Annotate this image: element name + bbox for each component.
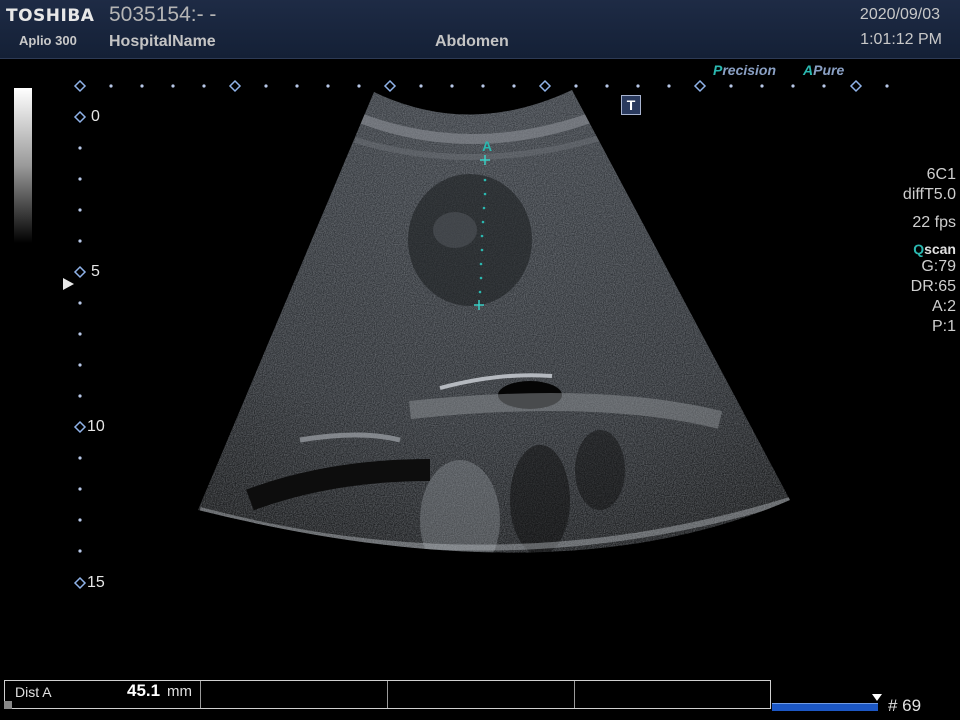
probe-name: 6C1	[926, 166, 956, 183]
ultrasound-image	[73, 79, 889, 590]
p-value: P:1	[931, 318, 956, 335]
apure-logo: APure	[803, 62, 845, 78]
measurement-unit: mm	[167, 683, 192, 700]
depth-label-5: 5	[91, 263, 100, 280]
table-corner-mark	[4, 701, 12, 709]
imaging-parameters: 6C1 diffT5.0 22 fps Qscan G:79 DR:65 A:2…	[903, 165, 956, 337]
a-value: A:2	[931, 298, 956, 315]
measurement-label: Dist A	[15, 684, 52, 700]
measurement-value: 45.1	[127, 681, 161, 700]
frame-rate: 22 fps	[912, 214, 956, 231]
depth-scale-ticks	[73, 110, 87, 590]
depth-label-0: 0	[91, 108, 100, 125]
precision-logo: Precision	[713, 62, 777, 78]
measurement-cell-empty	[201, 681, 388, 708]
cine-progress-bar[interactable]	[772, 703, 878, 711]
top-scale-ticks	[73, 79, 889, 93]
imaging-mode: diffT5.0	[902, 186, 956, 203]
gain-value: G:79	[921, 258, 956, 275]
grayscale-bar	[14, 88, 32, 243]
measurement-cell-empty	[388, 681, 575, 708]
qscan-logo: Qscan	[913, 241, 956, 257]
measurement-cell-empty	[575, 681, 770, 708]
frame-count: # 69	[888, 696, 922, 715]
probe-orientation-marker: T	[621, 95, 641, 115]
depth-label-10: 10	[87, 418, 105, 435]
cine-position-marker-icon[interactable]	[872, 694, 882, 701]
focus-marker-icon[interactable]	[63, 278, 74, 290]
dynamic-range-value: DR:65	[910, 278, 956, 295]
depth-label-15: 15	[87, 574, 105, 591]
caliper-label: A	[482, 138, 493, 154]
measurement-cell-dist-a[interactable]: Dist A 45.1 mm	[5, 681, 201, 708]
measurement-table: Dist A 45.1 mm	[4, 680, 771, 709]
